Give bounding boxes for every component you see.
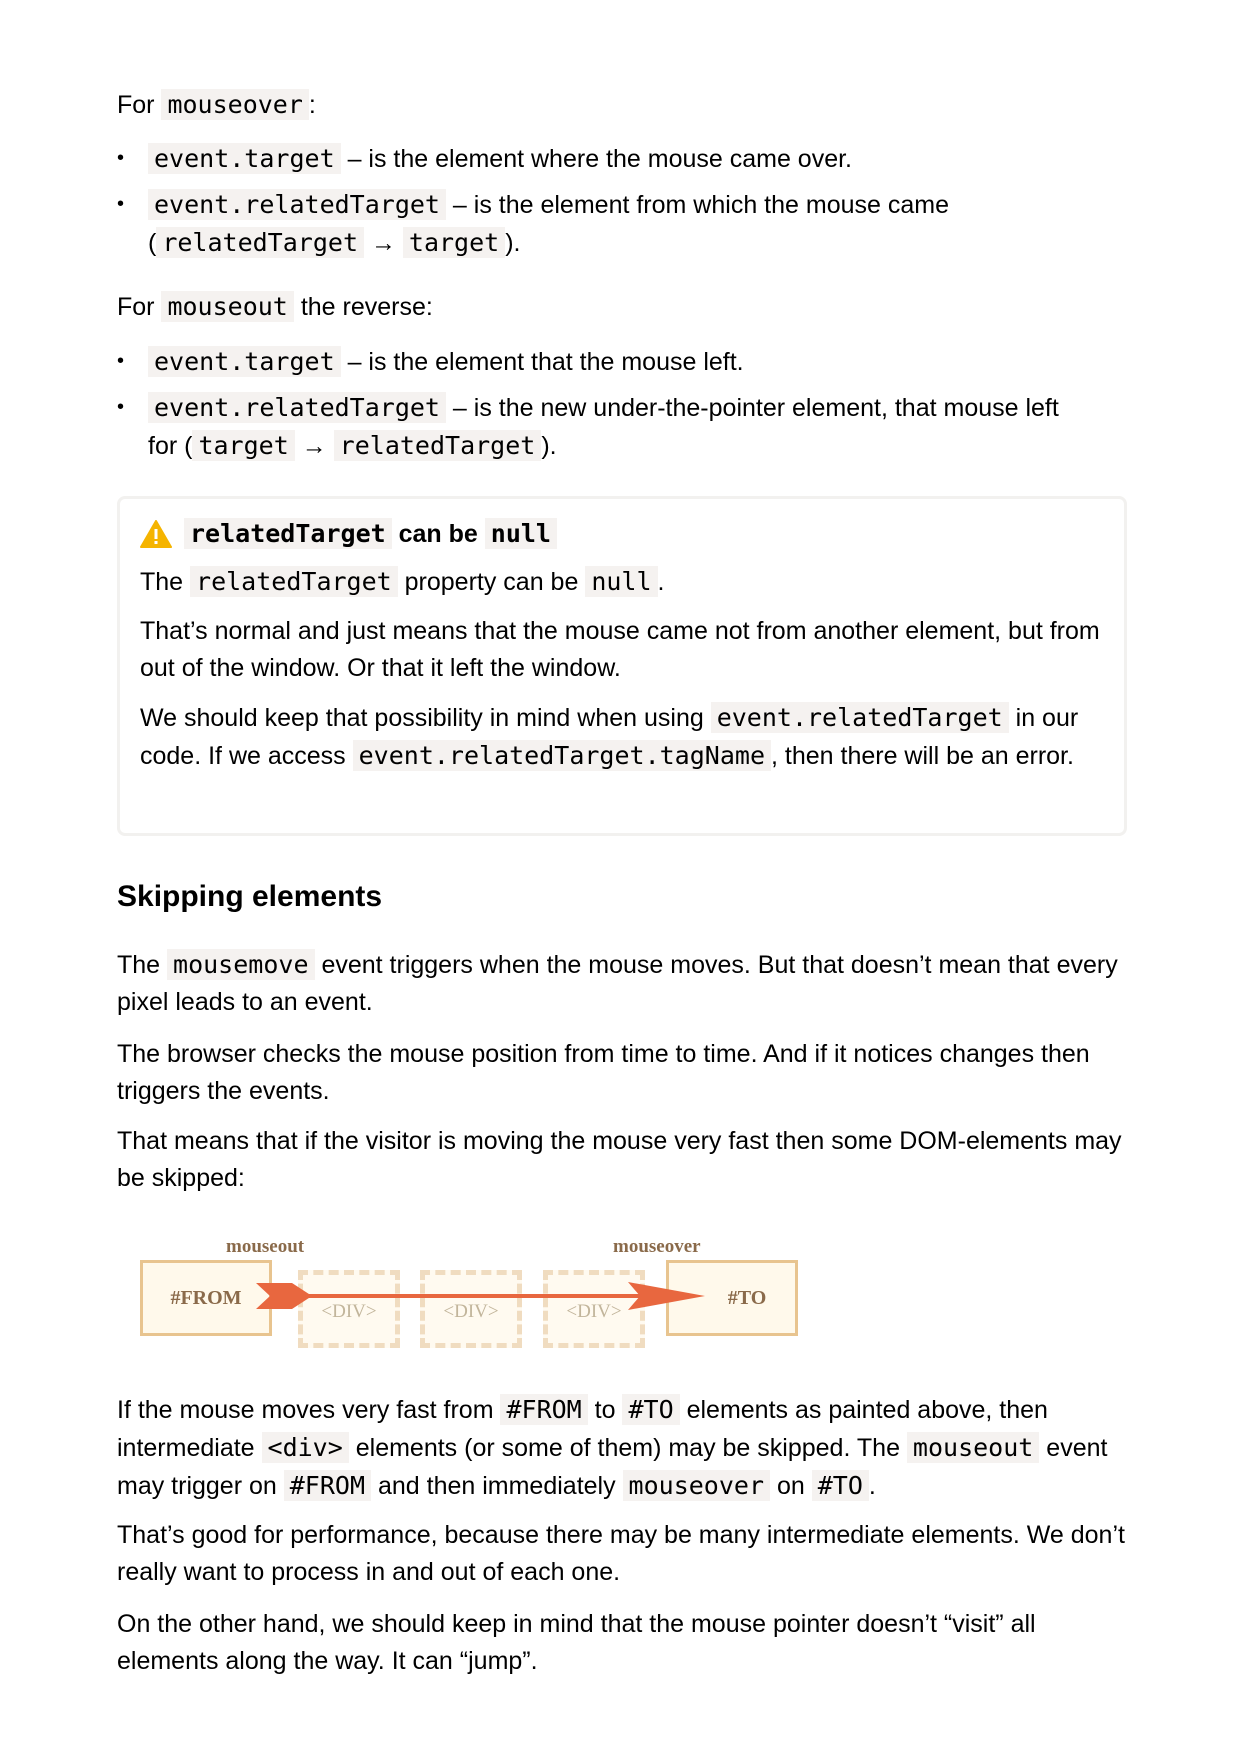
code-inline: #TO [811, 1470, 869, 1501]
warning-title-text: can be [391, 520, 485, 548]
code-inline: #TO [622, 1394, 680, 1425]
code-inline: <div> [261, 1432, 349, 1463]
list-item-text: – is the element where the mouse came ov… [340, 145, 853, 173]
arrow-glyph: → [294, 432, 334, 460]
text: on [770, 1472, 812, 1500]
code-inline: relatedTarget [190, 566, 398, 597]
paragraph: The browser checks the mouse position fr… [117, 1040, 1090, 1105]
code-inline: event.relatedTarget.tagName [352, 740, 771, 771]
code-inline: event.relatedTarget [148, 189, 446, 220]
code-inline: relatedTarget [184, 518, 392, 549]
list-item-text: – is the element that the mouse left. [340, 348, 744, 376]
warning-paragraph: That’s normal and just means that the mo… [140, 617, 1100, 682]
code-inline: event.relatedTarget [148, 392, 446, 423]
list-item-text: – is the element from which the mouse ca… [445, 191, 949, 219]
code-mouseout: mouseout [161, 291, 294, 322]
list-item-text: for ( [148, 432, 193, 460]
warning-paragraph: The relatedTarget property can be null. [140, 563, 1105, 601]
code-inline: target [402, 227, 506, 258]
intro-text: the reverse: [293, 293, 433, 321]
code-inline: relatedTarget [156, 227, 364, 258]
text: property can be [397, 568, 586, 596]
list-item: event.relatedTarget – is the element fro… [117, 186, 1127, 262]
list-item-text: ). [505, 229, 521, 257]
list-item: event.target – is the element that the m… [117, 343, 1127, 381]
paragraph: The mousemove event triggers when the mo… [117, 946, 1127, 1021]
code-inline: mousemove [167, 949, 315, 980]
warning-title: relatedTarget can be null [140, 517, 1105, 551]
paragraph: That means that if the visitor is moving… [117, 1127, 1122, 1192]
paragraph: On the other hand, we should keep in min… [117, 1610, 1036, 1675]
code-inline: event.relatedTarget [710, 702, 1009, 733]
list-item-text: – is the new under-the-pointer element, … [445, 394, 1059, 422]
code-inline: event.target [148, 346, 341, 377]
code-inline: null [585, 566, 658, 597]
text: We should keep that possibility in mind … [140, 704, 711, 732]
code-inline: mouseover [622, 1470, 771, 1501]
paragraph: That’s good for performance, because the… [117, 1521, 1125, 1586]
paragraph: If the mouse moves very fast from #FROM … [117, 1391, 1127, 1505]
jump-arrow [256, 1282, 705, 1310]
list-item: event.target – is the element where the … [117, 140, 1127, 178]
text: elements (or some of them) may be skippe… [348, 1434, 907, 1462]
code-inline: target [192, 430, 295, 461]
mouseover-intro: For mouseover: [117, 86, 1127, 124]
text: , then there will be an error. [771, 742, 1074, 770]
text: to [587, 1396, 623, 1424]
code-inline: event.target [148, 143, 341, 174]
text: If the mouse moves very fast from [117, 1396, 501, 1424]
mouseover-list: event.target – is the element where the … [117, 140, 1127, 270]
mouseout-list: event.target – is the element that the m… [117, 343, 1127, 473]
text: and then immediately [371, 1472, 623, 1500]
text: . [657, 568, 665, 596]
text: The [117, 951, 168, 979]
section-heading: Skipping elements [117, 880, 383, 913]
text: The [140, 568, 191, 596]
list-item: event.relatedTarget – is the new under-t… [117, 389, 1127, 465]
intro-colon: : [308, 91, 316, 119]
list-item-text: ). [541, 432, 557, 460]
code-mouseover: mouseover [161, 89, 309, 120]
code-inline: mouseout [906, 1432, 1040, 1463]
warning-paragraph: We should keep that possibility in mind … [140, 699, 1105, 775]
warning-icon [140, 520, 172, 548]
code-inline: #FROM [500, 1394, 588, 1425]
intro-text: For [117, 293, 155, 321]
code-inline: null [484, 518, 557, 549]
arrow-glyph: → [364, 229, 403, 257]
warning-box: relatedTarget can be null The relatedTar… [117, 496, 1127, 836]
intro-text: For [117, 91, 155, 119]
code-inline: relatedTarget [333, 430, 542, 461]
mouseout-intro: For mouseout the reverse: [117, 288, 1127, 326]
code-inline: #FROM [283, 1470, 372, 1501]
skipping-diagram: mouseout mouseover #FROM <DIV> <DIV> <DI… [120, 1228, 820, 1363]
text: . [868, 1472, 876, 1500]
